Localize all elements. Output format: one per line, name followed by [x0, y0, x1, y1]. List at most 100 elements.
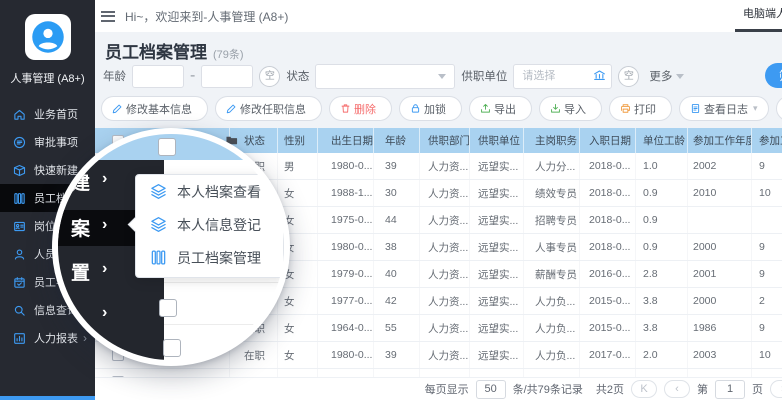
magnified-row-divider	[164, 324, 284, 325]
table-cell: 9	[752, 261, 782, 287]
table-cell: 远望实...	[470, 288, 524, 314]
toolbar-button[interactable]: 修改基本信息	[101, 96, 208, 121]
table-cell: 2003	[688, 342, 752, 368]
table-cell: 人力资...	[420, 261, 470, 287]
table-cell: 3.8	[636, 315, 688, 341]
table-cell: 2	[752, 288, 782, 314]
table-cell: 人力分...	[524, 153, 580, 179]
more-filters[interactable]: 更多	[649, 68, 684, 84]
sidebar-item-icon	[13, 304, 26, 317]
toolbar-button-label: 导出	[494, 101, 516, 117]
toolbar-button-icon	[550, 103, 561, 114]
table-cell: 1977-0...	[318, 288, 374, 314]
toolbar-button-icon	[226, 103, 237, 114]
table-cell	[752, 207, 782, 233]
table-cell	[688, 207, 752, 233]
chevron-right-icon: ›	[102, 216, 107, 234]
submenu-item[interactable]: 员工档案管理	[136, 241, 283, 274]
page-size-input[interactable]: 50	[476, 380, 506, 399]
sidebar-item[interactable]: 业务首页	[0, 100, 95, 128]
filter-bar: 年龄 - 空 状态 供职单位 请选择 空 更多 筛选	[103, 63, 782, 89]
next-page-button[interactable]: ›	[770, 380, 782, 398]
topbar: Hi~，欢迎来到-人事管理 (A8+) 电脑端人事管理	[95, 0, 782, 32]
current-page-input[interactable]: 1	[715, 380, 745, 399]
magnified-sidebar-text: 建	[71, 168, 90, 195]
table-cell: 1988-1...	[318, 180, 374, 206]
submenu-item-icon	[150, 216, 167, 233]
table-cell: 远望实...	[470, 234, 524, 260]
toolbar-button[interactable]: 删除	[329, 96, 392, 121]
table-cell: 42	[374, 288, 420, 314]
table-cell: 远望实...	[470, 315, 524, 341]
more-label: 更多	[649, 68, 672, 84]
table-cell: 30	[374, 180, 420, 206]
toolbar-button[interactable]: 批量刷新	[776, 96, 782, 121]
table-cell: 3.8	[636, 288, 688, 314]
toolbar-button[interactable]: 查看日志 ▾	[679, 96, 769, 121]
range-separator: -	[190, 67, 195, 85]
caret-down-icon: ▾	[753, 103, 758, 114]
menu-toggle-icon[interactable]	[101, 8, 115, 24]
magnified-row-divider	[164, 282, 284, 283]
table-cell: 2015-0...	[580, 315, 636, 341]
table-cell: 女	[278, 288, 318, 314]
column-header[interactable]: 参加工...	[752, 128, 782, 153]
table-cell: 远望实...	[470, 207, 524, 233]
submenu-item-icon	[150, 249, 167, 266]
table-cell: 1.0	[636, 153, 688, 179]
toolbar-button[interactable]: 打印	[609, 96, 672, 121]
toolbar-button[interactable]: 导出	[469, 96, 532, 121]
first-page-button[interactable]: K	[631, 380, 657, 398]
caret-down-icon	[676, 74, 684, 79]
column-header[interactable]: 年龄	[374, 128, 420, 153]
table-cell: 2002	[688, 153, 752, 179]
unit-label: 供职单位	[461, 68, 507, 84]
toolbar: 修改基本信息 修改任职信息 删除 加锁	[101, 96, 782, 121]
table-cell: 远望实...	[470, 153, 524, 179]
magnified-sidebar-text: 案	[71, 214, 90, 241]
caret-down-icon	[438, 74, 446, 79]
unit-select[interactable]: 请选择	[513, 64, 612, 89]
toolbar-button-icon	[620, 103, 631, 114]
toolbar-button-icon	[410, 103, 421, 114]
table-cell: 女	[278, 315, 318, 341]
chevron-right-icon: ›	[102, 260, 107, 278]
sidebar-item-icon	[13, 136, 26, 149]
column-header[interactable]: 单位工龄	[636, 128, 688, 153]
table-cell: 1980-0...	[318, 342, 374, 368]
sidebar-item-icon	[13, 108, 26, 121]
table-cell: 人力资...	[420, 288, 470, 314]
magnifier-lens: 建 案 置 › › › › 本人档案查看	[52, 128, 290, 366]
submenu-item-label: 员工档案管理	[177, 248, 261, 268]
age-max-input[interactable]	[201, 65, 253, 88]
total-pages: 共2页	[596, 381, 624, 397]
toolbar-button-label: 修改基本信息	[126, 101, 192, 117]
tab-pc-hr[interactable]: 电脑端人事管理	[735, 0, 782, 32]
column-header[interactable]: 供职部门	[420, 128, 470, 153]
column-header[interactable]: 主岗职务	[524, 128, 580, 153]
sidebar-item-icon	[13, 192, 26, 205]
column-header[interactable]: 参加工作年度	[688, 128, 752, 153]
submenu-item[interactable]: 本人信息登记	[136, 208, 283, 241]
clear-age-button[interactable]: 空	[259, 66, 280, 87]
column-header[interactable]: 供职单位	[470, 128, 524, 153]
column-header[interactable]: 性别	[278, 128, 318, 153]
search-button[interactable]: 筛选	[765, 63, 782, 88]
submenu-item[interactable]: 本人档案查看	[136, 175, 283, 208]
table-cell: 人力资...	[420, 153, 470, 179]
column-header[interactable]: 出生日期	[318, 128, 374, 153]
toolbar-button-label: 加锁	[424, 101, 446, 117]
submenu-list: 本人档案查看 本人信息登记 员工档案管理	[136, 175, 283, 274]
toolbar-button[interactable]: 修改任职信息	[215, 96, 322, 121]
clear-unit-button[interactable]: 空	[618, 66, 639, 87]
toolbar-button[interactable]: 导入	[539, 96, 602, 121]
age-min-input[interactable]	[132, 65, 184, 88]
table-cell: 绩效专员	[524, 180, 580, 206]
column-header[interactable]: 入职日期	[580, 128, 636, 153]
prev-page-button[interactable]: ‹	[664, 380, 690, 398]
status-select[interactable]	[315, 64, 455, 89]
toolbar-button[interactable]: 加锁	[399, 96, 462, 121]
submenu-item-label: 本人信息登记	[177, 215, 261, 235]
table-cell: 2016-0...	[580, 261, 636, 287]
app-logo: 人事管理 (A8+)	[0, 14, 95, 86]
